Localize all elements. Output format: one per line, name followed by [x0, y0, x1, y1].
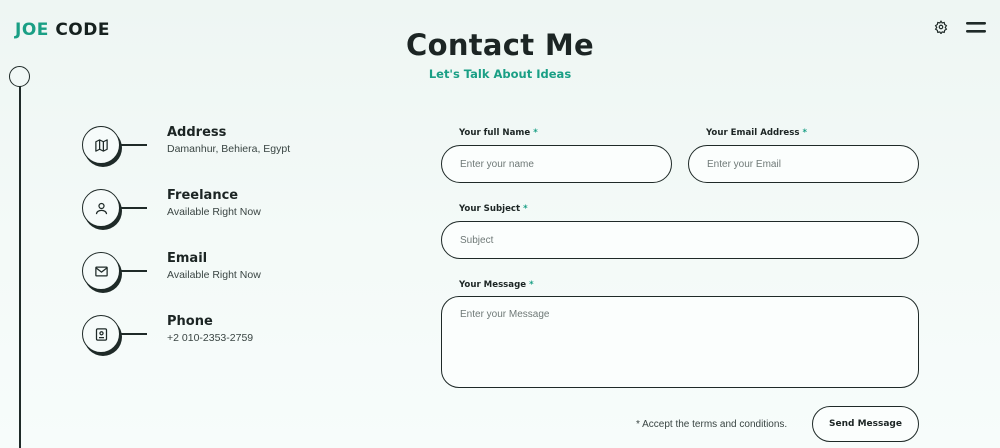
map-icon [82, 126, 120, 164]
send-message-button[interactable]: Send Message [812, 406, 919, 442]
user-icon [82, 189, 120, 227]
page-subtitle: Let's Talk About Ideas [428, 67, 572, 81]
message-label: Your Message * [459, 280, 534, 290]
contact-info-title: Phone [167, 314, 213, 329]
connector-line [120, 270, 147, 272]
contact-info-address: Address Damanhur, Behiera, Egypt [82, 125, 291, 164]
connector-line [120, 144, 147, 146]
connector-line [120, 207, 147, 209]
connector-line [120, 333, 147, 335]
contact-info-subtitle: Damanhur, Behiera, Egypt [167, 143, 291, 155]
contact-info-title: Email [167, 251, 208, 266]
terms-text[interactable]: * Accept the terms and conditions. [636, 419, 787, 430]
required-mark: * [523, 204, 528, 214]
contact-info-subtitle: Available Right Now [167, 206, 261, 218]
contact-info-email: Email Available Right Now [82, 251, 261, 290]
name-label: Your full Name * [459, 128, 538, 138]
page-header: Contact Me Let's Talk About Ideas [0, 28, 1000, 81]
required-mark: * [529, 280, 534, 290]
contact-info-subtitle: +2 010-2353-2759 [167, 332, 254, 344]
email-input[interactable] [688, 145, 919, 183]
required-mark: * [802, 128, 807, 138]
contact-info-title: Address [167, 125, 227, 140]
page-title: Contact Me [406, 28, 594, 62]
required-mark: * [533, 128, 538, 138]
contact-info-phone: Phone +2 010-2353-2759 [82, 314, 254, 353]
mail-icon [82, 252, 120, 290]
timeline-line [19, 86, 21, 448]
timeline-dot [9, 66, 30, 87]
contact-book-icon [82, 315, 120, 353]
contact-info-title: Freelance [167, 188, 239, 203]
name-input[interactable] [441, 145, 672, 183]
subject-label: Your Subject * [459, 204, 528, 214]
message-textarea[interactable] [441, 296, 919, 388]
subject-input[interactable] [441, 221, 919, 259]
contact-info-subtitle: Available Right Now [167, 269, 261, 281]
contact-info-freelance: Freelance Available Right Now [82, 188, 261, 227]
email-label: Your Email Address * [706, 128, 807, 138]
